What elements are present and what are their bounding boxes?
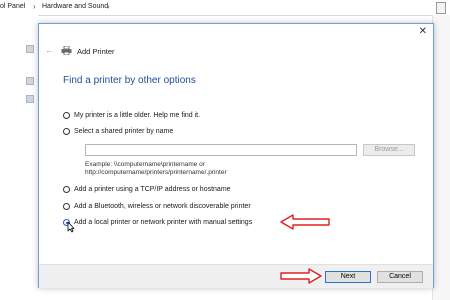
option-label[interactable]: My printer is a little older. Help me fi…	[74, 112, 200, 119]
option-tcp-ip[interactable]: Add a printer using a TCP/IP address or …	[63, 186, 231, 193]
back-arrow-icon[interactable]: ←	[45, 45, 54, 55]
example-line-2: http://computername/printers/printername…	[85, 169, 227, 176]
page-heading: Find a printer by other options	[63, 75, 196, 86]
option-shared-printer[interactable]: Select a shared printer by name	[63, 128, 173, 135]
radio-button[interactable]	[63, 186, 70, 193]
mouse-pointer-icon	[67, 221, 75, 233]
close-icon[interactable]: ✕	[419, 26, 427, 38]
cancel-button[interactable]: Cancel	[377, 271, 423, 283]
background-navigation-pane	[0, 15, 38, 300]
breadcrumb-separator: ›	[107, 2, 110, 11]
option-label[interactable]: Add a Bluetooth, wireless or network dis…	[74, 203, 251, 210]
breadcrumb-control-panel[interactable]: ol Panel	[0, 3, 25, 10]
option-local-printer[interactable]: Add a local printer or network printer w…	[63, 219, 252, 226]
background-scrollbar[interactable]	[432, 15, 450, 300]
radio-button[interactable]	[63, 128, 70, 135]
option-label[interactable]: Select a shared printer by name	[74, 128, 173, 135]
option-label[interactable]: Add a local printer or network printer w…	[74, 219, 252, 226]
nav-item-icon[interactable]	[26, 45, 34, 53]
next-button[interactable]: Next	[325, 271, 371, 283]
breadcrumb-separator: ›	[33, 2, 36, 11]
option-older-printer[interactable]: My printer is a little older. Help me fi…	[63, 112, 200, 119]
dialog-title: Add Printer	[77, 47, 115, 56]
annotation-arrow-icon	[280, 268, 322, 284]
browse-button[interactable]: Browse...	[363, 144, 415, 156]
nav-item-icon[interactable]	[26, 95, 34, 103]
dialog-footer: Next Cancel	[39, 264, 433, 288]
shared-printer-name-input[interactable]	[85, 144, 357, 156]
printer-icon	[61, 46, 72, 55]
radio-button[interactable]	[63, 203, 70, 210]
nav-item-icon[interactable]	[26, 77, 34, 85]
breadcrumb-hardware-and-sound[interactable]: Hardware and Sound	[42, 3, 108, 10]
add-printer-dialog: ✕ ← Add Printer Find a printer by other …	[38, 23, 434, 288]
example-text: Example: \\computername\printername or h…	[85, 161, 227, 177]
option-bluetooth-wireless[interactable]: Add a Bluetooth, wireless or network dis…	[63, 203, 251, 210]
example-line-1: Example: \\computername\printername or	[85, 161, 205, 168]
refresh-icon[interactable]	[436, 2, 446, 14]
background-address-bar[interactable]: ol Panel › Hardware and Sound ›	[0, 0, 450, 16]
option-label[interactable]: Add a printer using a TCP/IP address or …	[74, 186, 231, 193]
radio-button[interactable]	[63, 112, 70, 119]
annotation-arrow-icon	[280, 214, 330, 230]
